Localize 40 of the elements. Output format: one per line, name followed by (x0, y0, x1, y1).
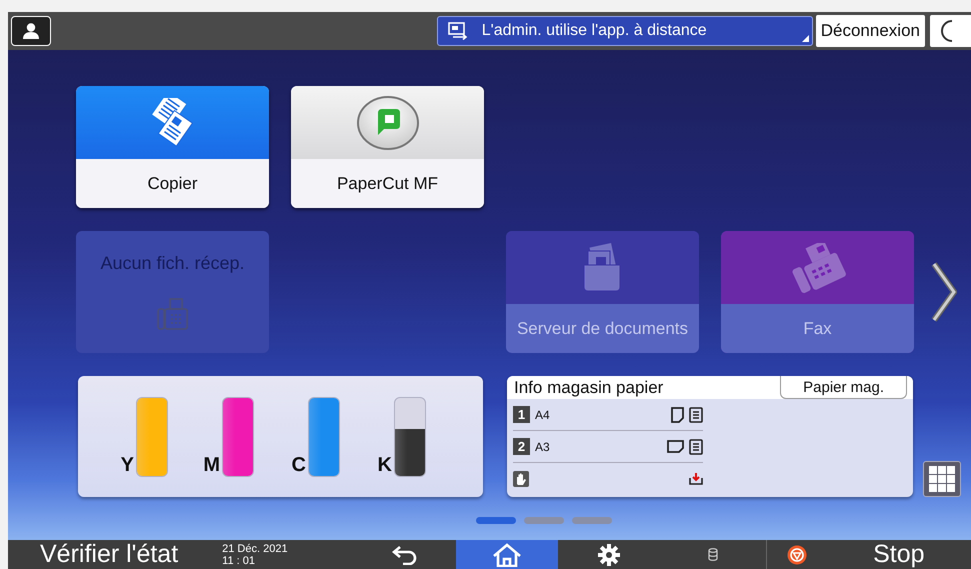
fax-icon (156, 297, 190, 332)
toner-label: Y (120, 455, 134, 477)
back-icon (392, 544, 418, 564)
paper-size: A4 (535, 408, 551, 422)
paper-stack-icon (689, 406, 703, 422)
remote-screen-icon (448, 22, 470, 40)
stop-icon (786, 544, 807, 564)
toner-label: C (290, 455, 306, 477)
date-text: 21 Déc. 2021 (222, 542, 289, 554)
app-list-button[interactable] (923, 461, 961, 497)
bypass-tray-icon (513, 470, 529, 486)
card-title: Info magasin papier (514, 378, 664, 398)
tray-number: 1 (513, 406, 530, 423)
stop-button[interactable]: Stop (826, 540, 971, 569)
home-button[interactable] (456, 540, 558, 569)
tray-number: 2 (513, 438, 530, 455)
check-status-button[interactable]: Vérifier l'état (8, 540, 210, 569)
logo-icon (356, 94, 420, 151)
app-tile[interactable]: Copier (76, 86, 269, 208)
paper-size: A3 (535, 440, 551, 454)
landscape-page-icon (667, 440, 684, 453)
user-button[interactable] (11, 16, 51, 46)
paper-stack-icon (689, 438, 703, 454)
remote-status-text: L'admin. utilise l'app. à distance (482, 22, 707, 40)
paper-feed-icon (689, 472, 703, 484)
toner-label: K (376, 455, 392, 477)
storage-icon (708, 548, 718, 561)
paper-tray-button[interactable]: Papier mag. (780, 376, 907, 399)
toner-label: M (202, 455, 220, 477)
user-icon (21, 21, 41, 41)
app-tile[interactable]: PaperCut MF (291, 86, 484, 208)
logout-button[interactable]: Déconnexion (816, 15, 925, 47)
sleep-button[interactable] (930, 15, 971, 47)
time-text: 11 : 01 (222, 554, 256, 566)
chevron-right-icon[interactable] (931, 261, 957, 323)
remote-status-bar[interactable]: L'admin. utilise l'app. à distance (436, 16, 813, 46)
home-icon (492, 542, 522, 566)
grid-icon (929, 466, 955, 492)
portrait-page-icon (671, 406, 684, 422)
moon-icon (940, 20, 954, 42)
